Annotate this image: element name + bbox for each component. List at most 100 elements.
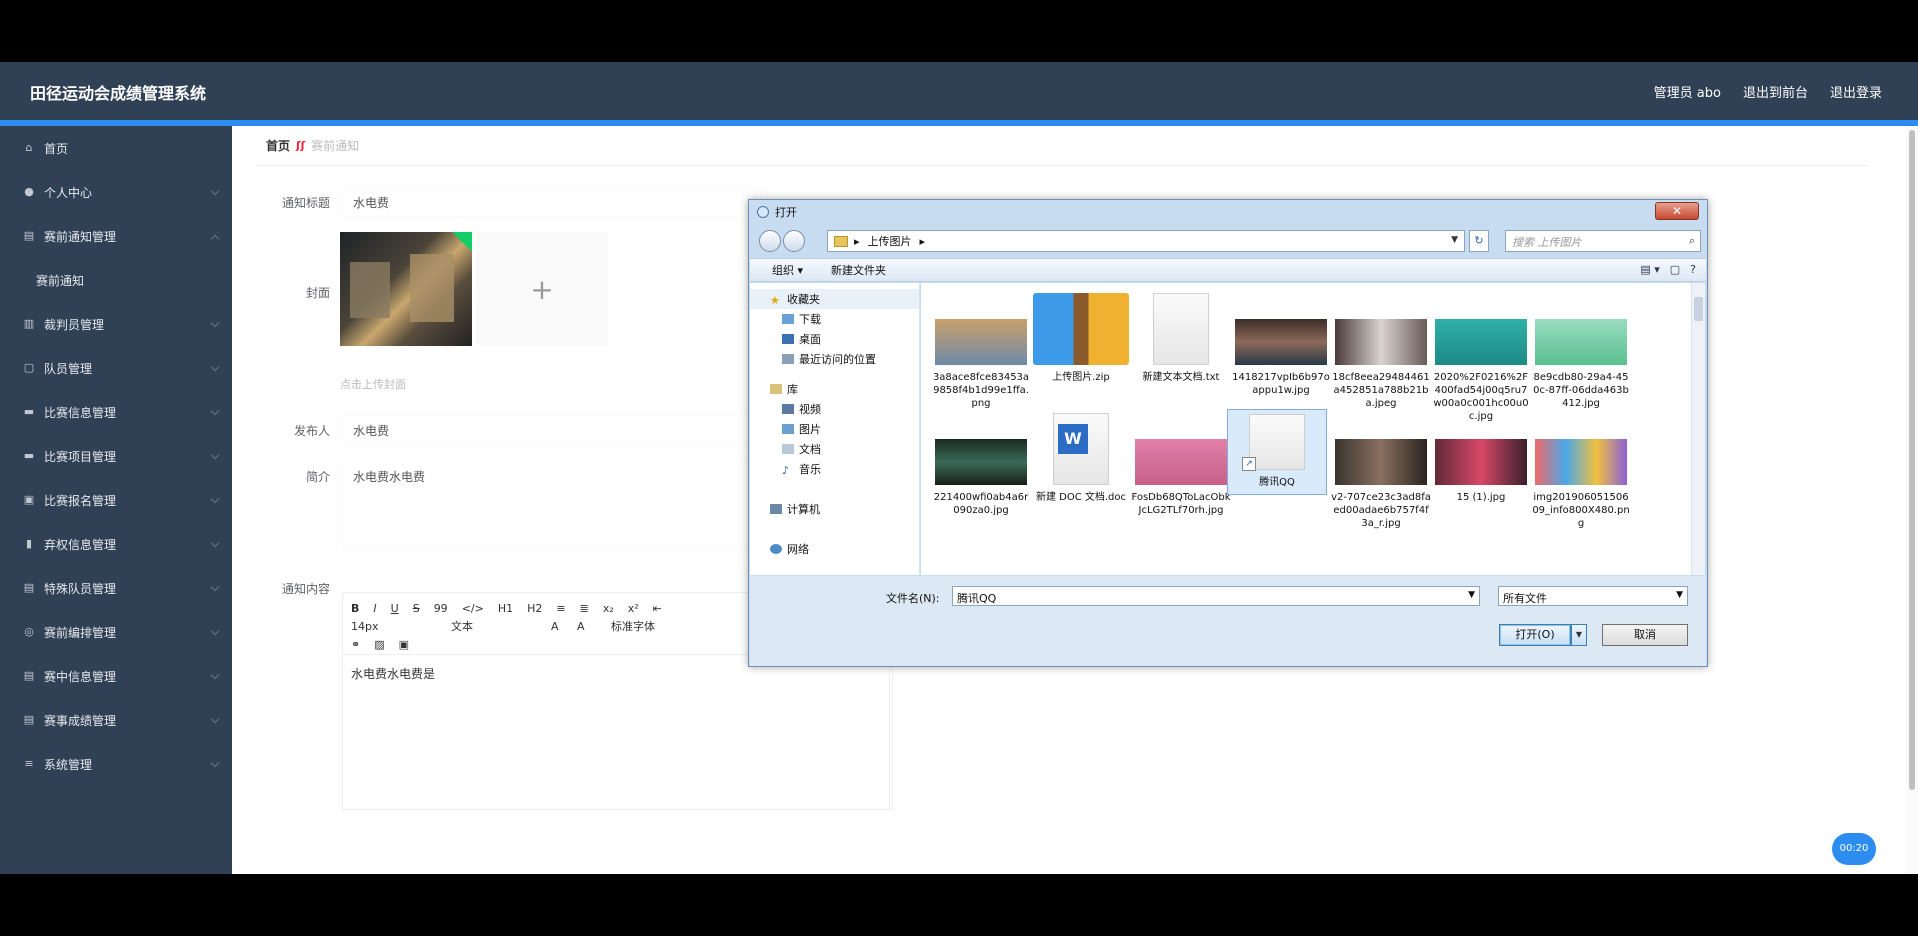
nav-computer[interactable]: 计算机: [750, 499, 919, 519]
organize-menu[interactable]: 组织 ▾: [772, 262, 803, 278]
h2-button[interactable]: H2: [527, 602, 542, 615]
dialog-close-button[interactable]: ✕: [1655, 202, 1699, 220]
upload-plus-button[interactable]: +: [476, 232, 608, 346]
forward-button[interactable]: [783, 230, 805, 252]
filetype-select[interactable]: 所有文件 ▼: [1498, 586, 1688, 606]
nav-video[interactable]: 视频: [750, 399, 919, 419]
open-button[interactable]: 打开(O): [1499, 624, 1571, 646]
team-icon: ▢: [23, 361, 35, 374]
font-family-select[interactable]: 标准字体: [611, 618, 711, 634]
back-to-front-link[interactable]: 退出到前台: [1743, 82, 1808, 101]
text-type-select[interactable]: 文本: [451, 618, 551, 634]
ordered-list-button[interactable]: ≡: [556, 602, 565, 615]
sidebar-item-scores[interactable]: ▤ 赛事成绩管理: [0, 698, 232, 742]
back-button[interactable]: [759, 230, 781, 252]
address-bar[interactable]: ▸ 上传图片 ▸ ▼: [827, 230, 1465, 252]
logout-link[interactable]: 退出登录: [1830, 82, 1882, 101]
code-button[interactable]: </>: [462, 602, 484, 615]
font-size-select[interactable]: 14px: [351, 620, 451, 633]
sidebar-item-match-project[interactable]: ▬ 比赛项目管理: [0, 434, 232, 478]
file-item[interactable]: 15 (1).jpg: [1431, 439, 1531, 504]
preview-pane-icon[interactable]: ▢: [1670, 263, 1680, 276]
intro-textarea[interactable]: 水电费水电费: [342, 461, 762, 551]
nav-network[interactable]: 网络: [750, 539, 919, 559]
filename-input[interactable]: 腾讯QQ ▼: [952, 586, 1480, 606]
file-item[interactable]: 3a8ace8fce83453a9858f4b1d99e1ffa.png: [931, 319, 1031, 410]
nav-library[interactable]: 库: [750, 379, 919, 399]
bold-button[interactable]: B: [351, 602, 359, 615]
file-item[interactable]: img20190605150609_info800X480.png: [1531, 439, 1631, 530]
sidebar-item-signup[interactable]: ▣ 比赛报名管理: [0, 478, 232, 522]
publisher-input[interactable]: 水电费: [342, 415, 762, 445]
sidebar-item-match-info[interactable]: ▬ 比赛信息管理: [0, 390, 232, 434]
file-item[interactable]: 1418217vpIb6b97oappu1w.jpg: [1231, 319, 1331, 397]
italic-button[interactable]: I: [373, 602, 376, 615]
file-item[interactable]: 上传图片.zip: [1031, 293, 1131, 384]
refresh-icon[interactable]: ↻: [1469, 230, 1489, 252]
cancel-button[interactable]: 取消: [1602, 624, 1688, 646]
sidebar-item-notice-mgmt[interactable]: ▤ 赛前通知管理: [0, 214, 232, 258]
breadcrumb-home[interactable]: 首页: [266, 137, 290, 154]
sidebar-item-home[interactable]: ⌂ 首页: [0, 126, 232, 170]
quote-button[interactable]: 99: [434, 602, 448, 615]
file-item[interactable]: W 新建 DOC 文档.doc: [1031, 413, 1131, 504]
content-label: 通知内容: [281, 582, 330, 596]
strike-button[interactable]: S: [413, 602, 420, 615]
page-scrollbar[interactable]: [1906, 126, 1918, 874]
chevron-down-icon: [210, 758, 220, 768]
video-folder-icon: [782, 404, 794, 414]
page-scrollbar-thumb[interactable]: [1909, 130, 1915, 790]
nav-documents[interactable]: 文档: [750, 439, 919, 459]
file-item[interactable]: 221400wfi0ab4a6r090za0.jpg: [931, 439, 1031, 517]
nav-downloads[interactable]: 下载: [750, 309, 919, 329]
file-grid-scrollbar-thumb[interactable]: [1694, 297, 1703, 321]
bullet-list-button[interactable]: ≣: [580, 602, 589, 615]
admin-user[interactable]: 管理员 abo: [1654, 82, 1721, 101]
file-item[interactable]: 18cf8eea29484461a452851a788b21ba.jpeg: [1331, 319, 1431, 410]
video-icon[interactable]: ▣: [399, 638, 409, 651]
sidebar-item-referee[interactable]: ▥ 裁判员管理: [0, 302, 232, 346]
sidebar-item-system[interactable]: ≡ 系统管理: [0, 742, 232, 786]
dropdown-arrow-icon[interactable]: ▼: [1676, 590, 1683, 600]
sidebar-item-schedule[interactable]: ◎ 赛前编排管理: [0, 610, 232, 654]
outdent-button[interactable]: ⇤: [653, 602, 662, 615]
nav-music[interactable]: ♪ 音乐: [750, 459, 919, 479]
superscript-button[interactable]: x²: [628, 602, 639, 615]
sidebar-item-live-info[interactable]: ▤ 赛中信息管理: [0, 654, 232, 698]
background-color-icon[interactable]: A: [577, 620, 611, 633]
file-item[interactable]: v2-707ce23c3ad8faed00adae6b757f4f3a_r.jp…: [1331, 439, 1431, 530]
file-grid-scrollbar[interactable]: [1691, 283, 1705, 575]
dialog-search-input[interactable]: 搜索 上传图片 ⌕: [1505, 230, 1701, 252]
sidebar-item-profile[interactable]: ● 个人中心: [0, 170, 232, 214]
font-color-icon[interactable]: A: [551, 620, 577, 633]
sidebar-item-special-player[interactable]: ▤ 特殊队员管理: [0, 566, 232, 610]
open-dropdown-icon[interactable]: ▼: [1571, 624, 1587, 646]
nav-favorites[interactable]: ★ 收藏夹: [750, 289, 919, 309]
file-item[interactable]: 新建文本文档.txt: [1131, 293, 1231, 384]
file-item[interactable]: 2020%2F0216%2F400fad54j00q5ru7w00a0c001h…: [1431, 319, 1531, 423]
timer-badge[interactable]: 00:20: [1832, 833, 1876, 865]
file-item-selected[interactable]: ↗ 腾讯QQ: [1227, 409, 1327, 495]
sidebar-item-team[interactable]: ▢ 队员管理: [0, 346, 232, 390]
dropdown-arrow-icon[interactable]: ▼: [1468, 590, 1475, 600]
nav-desktop[interactable]: 桌面: [750, 329, 919, 349]
sidebar-item-forfeit[interactable]: ▮ 弃权信息管理: [0, 522, 232, 566]
nav-pictures[interactable]: 图片: [750, 419, 919, 439]
cover-image[interactable]: [340, 232, 472, 346]
title-input[interactable]: 水电费: [342, 187, 762, 217]
image-icon[interactable]: ▨: [374, 638, 384, 651]
file-grid: 3a8ace8fce83453a9858f4b1d99e1ffa.png 上传图…: [921, 283, 1691, 575]
view-mode-icon[interactable]: ▤ ▾: [1640, 263, 1659, 276]
nav-recent[interactable]: 最近访问的位置: [750, 349, 919, 369]
h1-button[interactable]: H1: [498, 602, 513, 615]
help-icon[interactable]: ?: [1690, 263, 1696, 276]
underline-button[interactable]: U: [391, 602, 399, 615]
file-item[interactable]: FosDb68QToLacObkJcLG2TLf70rh.jpg: [1131, 439, 1231, 517]
file-item[interactable]: 8e9cdb80-29a4-450c-87ff-06dda463b412.jpg: [1531, 319, 1631, 410]
subscript-button[interactable]: x₂: [603, 602, 614, 615]
dropdown-arrow-icon[interactable]: ▼: [1451, 235, 1458, 245]
new-folder-button[interactable]: 新建文件夹: [831, 262, 886, 278]
search-icon[interactable]: ⌕: [1689, 234, 1695, 248]
link-icon[interactable]: ⚭: [351, 638, 360, 651]
sidebar-subitem-notice[interactable]: 赛前通知: [0, 258, 232, 302]
